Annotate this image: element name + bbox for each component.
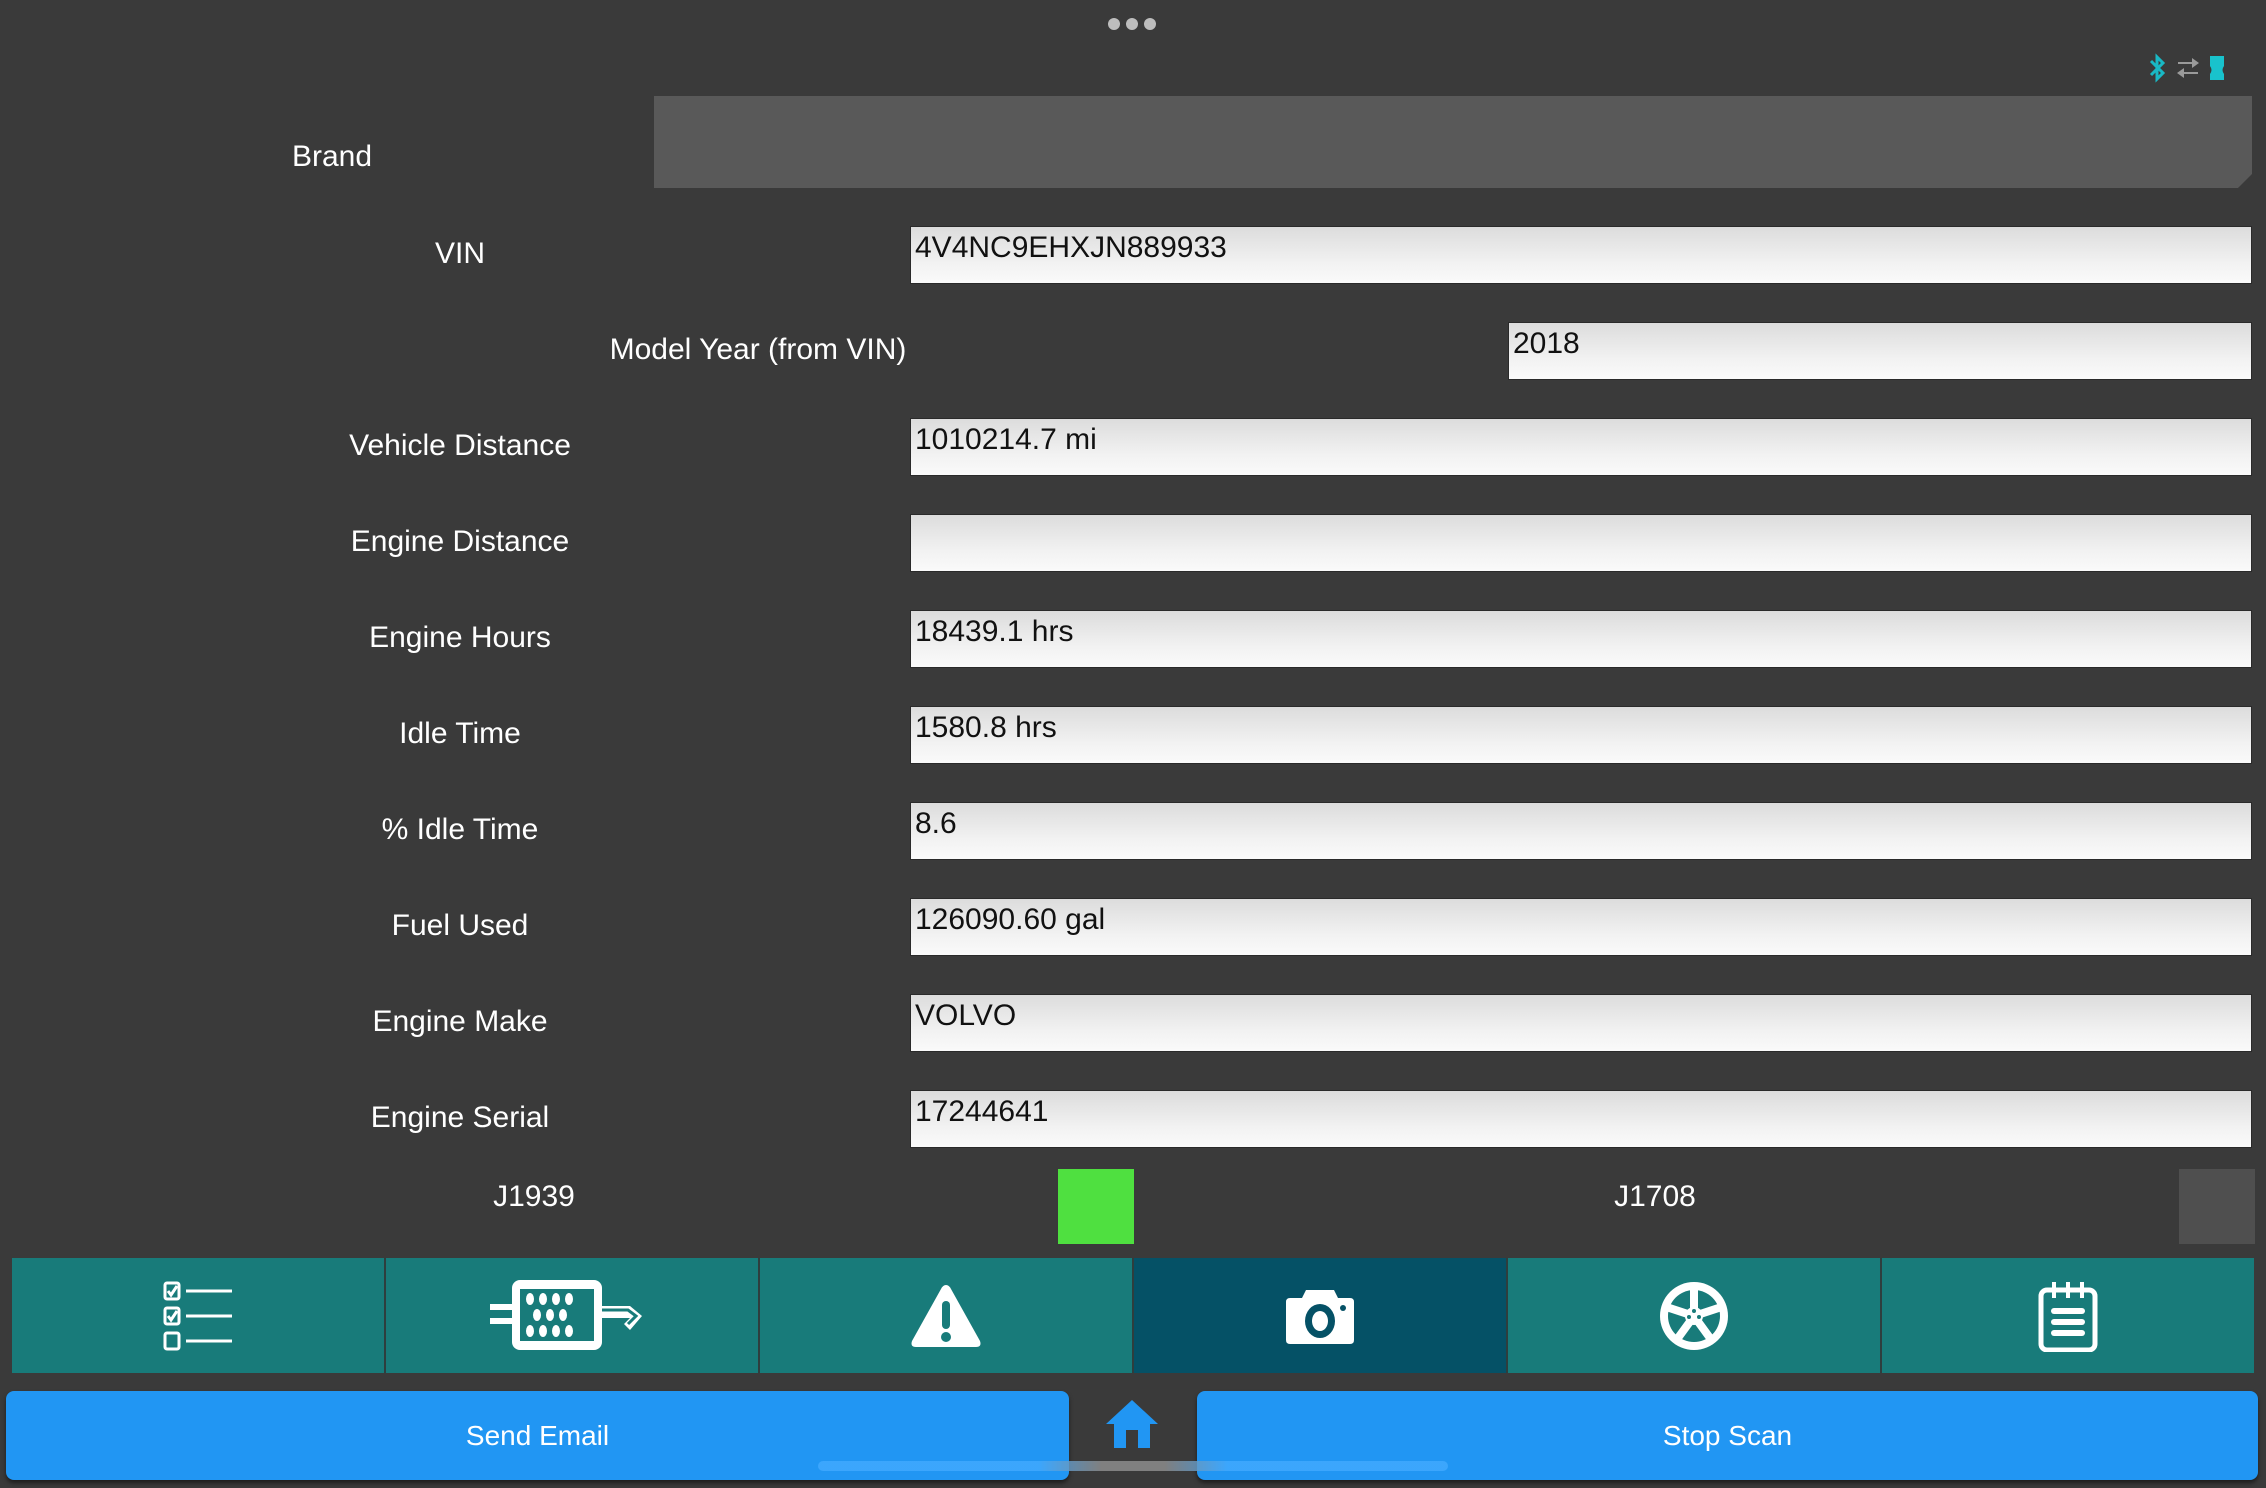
j1939-indicator	[1058, 1169, 1134, 1244]
checklist-icon	[163, 1281, 232, 1350]
engine-hours-field[interactable]: 18439.1 hrs	[910, 610, 2252, 668]
wheel-icon	[1660, 1281, 1728, 1350]
tab-camera[interactable]	[1134, 1258, 1508, 1373]
engine-make-field[interactable]: VOLVO	[910, 994, 2252, 1052]
tab-faults[interactable]	[760, 1258, 1134, 1373]
engine-serial-field[interactable]: 17244641	[910, 1090, 2252, 1148]
brand-field[interactable]	[654, 96, 2252, 188]
brand-label: Brand	[291, 140, 373, 173]
transfer-icon	[2177, 58, 2199, 78]
home-icon	[1106, 1400, 1158, 1448]
idle-time-label: Idle Time	[399, 717, 521, 750]
pct-idle-time-field[interactable]: 8.6	[910, 802, 2252, 860]
pct-idle-time-label: % Idle Time	[381, 813, 539, 846]
engine-serial-label: Engine Serial	[370, 1101, 550, 1134]
status-bar	[2148, 52, 2226, 84]
j1939-label: J1939	[493, 1180, 575, 1213]
vehicle-distance-field[interactable]: 1010214.7 mi	[910, 418, 2252, 476]
fuel-used-field[interactable]: 126090.60 gal	[910, 898, 2252, 956]
tab-dpf[interactable]	[386, 1258, 760, 1373]
j1708-label: J1708	[1614, 1180, 1696, 1213]
engine-distance-field[interactable]	[910, 514, 2252, 572]
notepad-icon	[2038, 1281, 2098, 1352]
tab-notes[interactable]	[1882, 1258, 2254, 1373]
vehicle-distance-label: Vehicle Distance	[349, 429, 571, 462]
bluetooth-icon	[2149, 53, 2166, 83]
engine-make-label: Engine Make	[372, 1005, 548, 1038]
more-options-icon[interactable]	[1108, 16, 1160, 32]
fuel-used-label: Fuel Used	[391, 909, 529, 942]
home-button[interactable]	[1104, 1400, 1160, 1448]
vin-label: VIN	[434, 237, 486, 270]
engine-hours-label: Engine Hours	[369, 621, 551, 654]
idle-time-field[interactable]: 1580.8 hrs	[910, 706, 2252, 764]
vin-field[interactable]: 4V4NC9EHXJN889933	[910, 226, 2252, 284]
engine-distance-label: Engine Distance	[350, 525, 570, 558]
gesture-bar[interactable]	[818, 1461, 1448, 1471]
j1708-indicator	[2179, 1169, 2255, 1244]
camera-icon	[1286, 1289, 1354, 1344]
device-icon	[2210, 56, 2224, 80]
dpf-filter-icon	[490, 1279, 642, 1350]
model-year-field[interactable]: 2018	[1508, 322, 2252, 380]
tab-checklist[interactable]	[12, 1258, 386, 1373]
model-year-label: Model Year (from VIN)	[609, 333, 907, 366]
tab-tires[interactable]	[1508, 1258, 1882, 1373]
bottom-toolbar	[12, 1258, 2254, 1373]
warning-icon	[911, 1284, 981, 1347]
